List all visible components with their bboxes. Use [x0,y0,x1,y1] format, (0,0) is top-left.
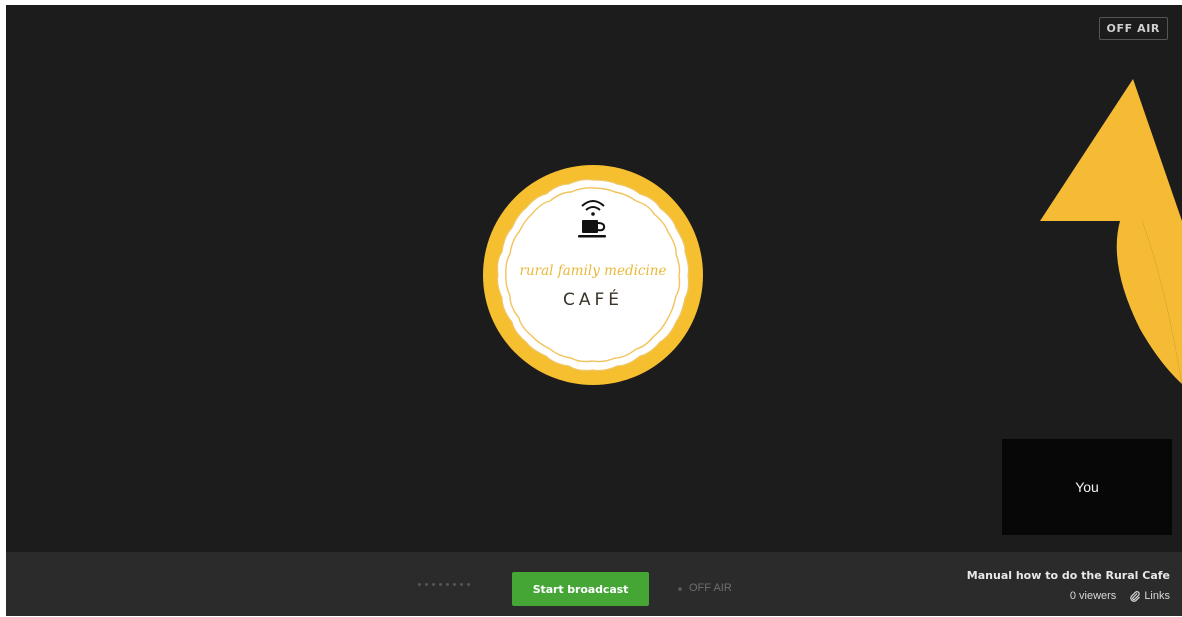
start-broadcast-button[interactable]: Start broadcast [512,572,649,606]
paperclip-icon [1130,590,1141,602]
status-dot-icon [678,586,682,591]
broadcast-status: OFF AIR [678,583,732,594]
viewer-count: 0 viewers [1069,590,1117,602]
broadcast-title: Manual how to do the Rural Cafe [966,569,1170,582]
logo-cafe-text: CAFÉ [563,288,623,310]
links-label: Links [1144,590,1170,602]
video-stage: OFF AIR rural family medicine CAFÉ You [6,5,1182,552]
rural-cafe-logo: rural family medicine CAFÉ [483,165,703,385]
broadcast-status-label: OFF AIR [689,582,732,594]
broadcast-window: OFF AIR rural family medicine CAFÉ You S… [6,5,1182,616]
broadcast-meta: Manual how to do the Rural Cafe 0 viewer… [967,569,1170,602]
arrow-up-annotation [1040,79,1182,384]
control-bar: Start broadcast OFF AIR Manual how to do… [6,552,1182,616]
audio-level-dots [418,583,470,586]
off-air-badge: OFF AIR [1098,17,1168,40]
self-view-label: You [1075,479,1099,495]
self-view-preview[interactable]: You [1002,439,1172,535]
links-button[interactable]: Links [1130,590,1170,602]
logo-script-text: rural family medicine [520,263,667,279]
